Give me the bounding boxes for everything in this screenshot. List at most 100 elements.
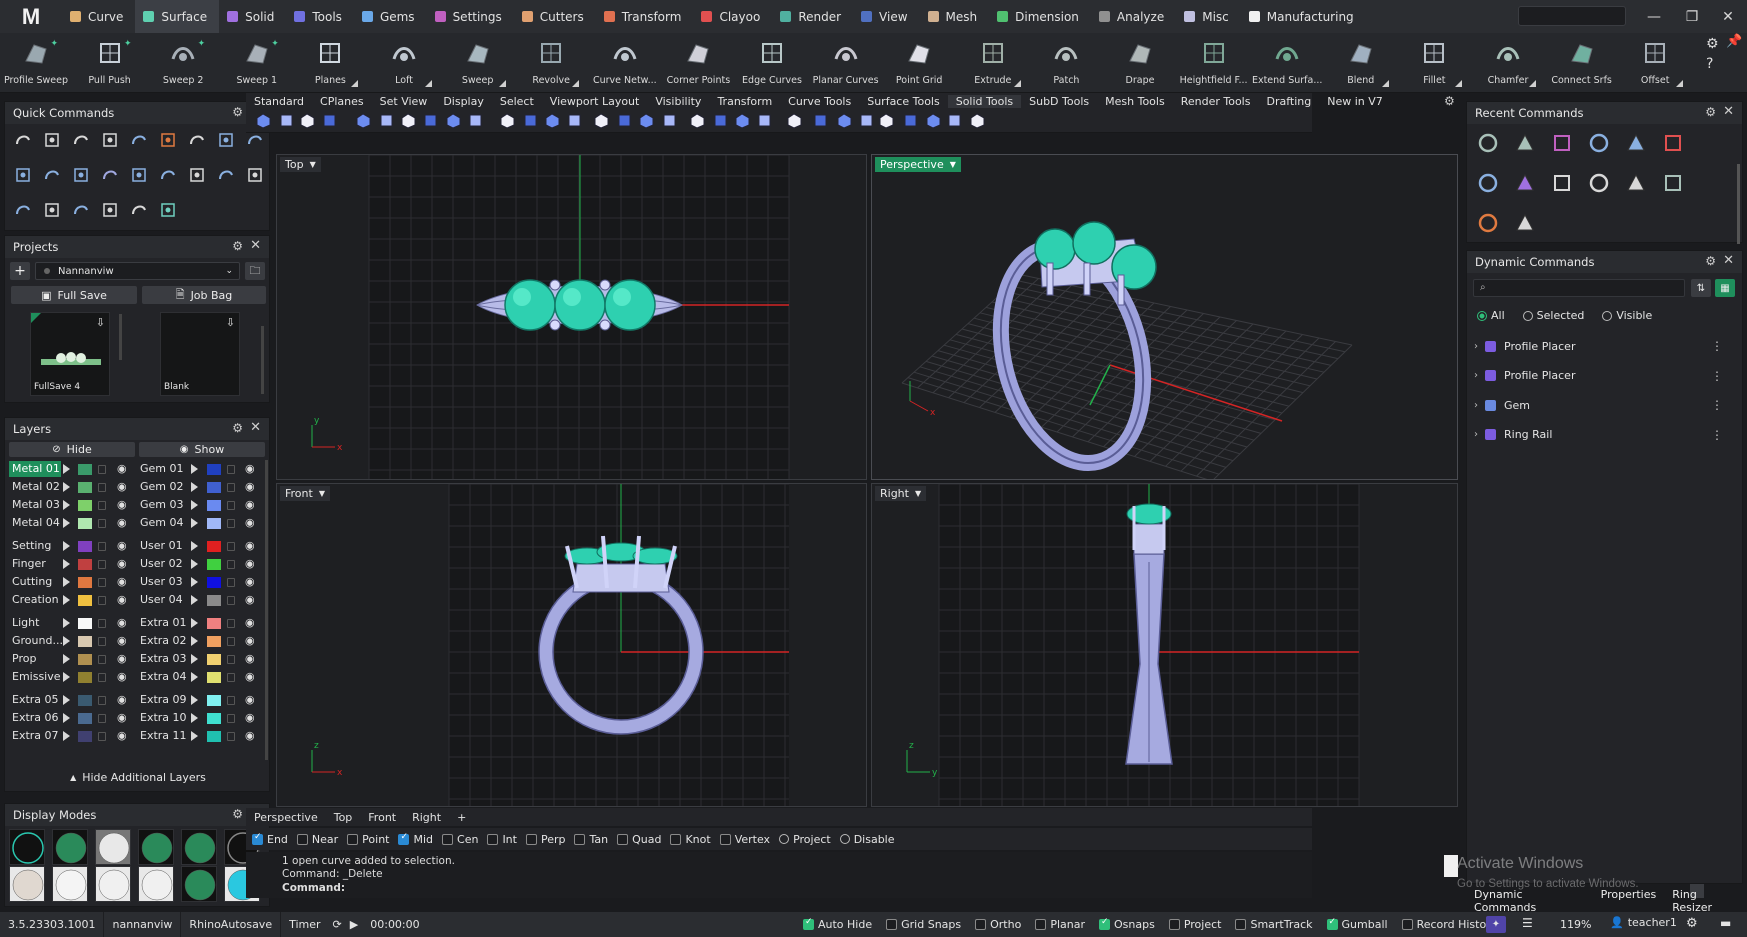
expand-arrow-icon[interactable]	[63, 636, 70, 646]
plugin-icon[interactable]: ✦	[1486, 916, 1506, 933]
flag-tool-icon[interactable]	[969, 112, 986, 129]
mirror-icon[interactable]	[1551, 172, 1573, 194]
osnap-vertex[interactable]: Vertex	[719, 833, 770, 846]
projects-gear-icon[interactable]: ⚙	[232, 239, 243, 253]
filter-all[interactable]: All	[1477, 309, 1505, 322]
edge-curves-tool-button[interactable]: Edge Curves	[736, 35, 808, 91]
toggle-auto-hide[interactable]: Auto Hide	[803, 917, 872, 931]
autosave-readout[interactable]: RhinoAutosave	[181, 912, 282, 937]
lock-icon[interactable]	[227, 655, 235, 664]
add-viewport-tab-button[interactable]: +	[449, 811, 474, 824]
eye-icon[interactable]: ◉	[245, 462, 255, 475]
eye-icon[interactable]: ◉	[117, 480, 127, 493]
lock-icon[interactable]	[227, 696, 235, 705]
scale-icon[interactable]	[245, 130, 265, 150]
tab-curve-tools[interactable]: Curve Tools	[780, 95, 859, 108]
status-gear-icon[interactable]: ⚙	[1686, 916, 1698, 931]
curve-icon[interactable]	[100, 130, 120, 150]
extrude-tool-button[interactable]: Extrude	[957, 35, 1029, 91]
list-icon[interactable]: ☰	[1522, 916, 1533, 930]
eye-icon[interactable]: ◉	[245, 711, 255, 724]
extract-tool-icon[interactable]	[786, 112, 803, 129]
expand-arrow-icon[interactable]	[63, 541, 70, 551]
dynamic-command-item[interactable]: › Ring Rail ⋮	[1467, 423, 1729, 447]
filter-selected[interactable]: Selected	[1522, 309, 1584, 322]
layer-color-swatch[interactable]	[78, 500, 92, 511]
expand-arrow-icon[interactable]	[63, 500, 70, 510]
lock-icon[interactable]	[98, 696, 106, 705]
osnap-end[interactable]: End	[252, 832, 288, 846]
folder-icon[interactable]: 🗀	[245, 262, 265, 280]
copy-icon[interactable]	[129, 165, 149, 185]
layer-color-swatch[interactable]	[207, 654, 221, 665]
layer-color-swatch[interactable]	[207, 541, 221, 552]
bend-icon[interactable]	[100, 200, 120, 220]
dynamic-search-input[interactable]: ⌕	[1473, 279, 1685, 297]
expand-arrow-icon[interactable]	[63, 654, 70, 664]
lock-icon[interactable]	[98, 596, 106, 605]
layer-row-prop[interactable]: Prop	[9, 651, 61, 667]
shaded-mode-icon[interactable]	[52, 829, 88, 865]
thumbnail-scrollbar[interactable]	[119, 314, 122, 360]
sweep-tool-button[interactable]: Sweep	[442, 35, 514, 91]
help-icon[interactable]: ?	[1706, 56, 1713, 72]
viewport-right-label[interactable]: Right ▼	[875, 486, 927, 501]
viewport-front-label[interactable]: Front ▼	[280, 486, 330, 501]
eye-icon[interactable]: ◉	[245, 593, 255, 606]
eye-icon[interactable]: ◉	[117, 539, 127, 552]
cutter-icon[interactable]	[1625, 172, 1647, 194]
toolbar-pin-icon[interactable]: 📌	[1726, 34, 1742, 49]
cut-icon[interactable]	[13, 200, 33, 220]
layer-row-gem-01[interactable]: Gem 01	[137, 461, 189, 477]
close-window-button[interactable]: ✕	[1708, 0, 1747, 33]
expand-arrow-icon[interactable]	[191, 654, 198, 664]
lock-icon[interactable]	[227, 465, 235, 474]
chevron-right-icon[interactable]: ›	[1467, 370, 1485, 381]
chamfer-tool-button[interactable]: Chamfer	[1472, 35, 1544, 91]
tab-drafting[interactable]: Drafting	[1258, 95, 1319, 108]
offset-tool-icon[interactable]	[689, 112, 706, 129]
menu-view[interactable]: View	[853, 0, 919, 33]
layer-color-swatch[interactable]	[78, 618, 92, 629]
hide-icon[interactable]	[129, 200, 149, 220]
lock-icon[interactable]	[98, 714, 106, 723]
show-layers-button[interactable]: ◉ Show	[139, 442, 265, 457]
menu-misc[interactable]: Misc	[1176, 0, 1241, 33]
recent-commands-scrollbar[interactable]	[1737, 164, 1740, 244]
osnap-cen[interactable]: Cen	[442, 833, 478, 846]
layer-color-swatch[interactable]	[207, 577, 221, 588]
expand-arrow-icon[interactable]	[63, 518, 70, 528]
redo-icon[interactable]	[42, 130, 62, 150]
connect-surfaces-tool-button[interactable]: Connect Srfs	[1546, 35, 1618, 91]
eye-icon[interactable]: ◉	[245, 634, 255, 647]
layer-color-swatch[interactable]	[207, 559, 221, 570]
lock-icon[interactable]	[227, 596, 235, 605]
eye-icon[interactable]: ◉	[245, 575, 255, 588]
lock-icon[interactable]	[227, 637, 235, 646]
layer-color-swatch[interactable]	[78, 672, 92, 683]
user-account[interactable]: 👤 teacher1	[1610, 916, 1677, 929]
sphere-tool-icon[interactable]	[255, 112, 272, 129]
full-save-button[interactable]: ▣ Full Save	[11, 286, 137, 304]
copy-layers-icon[interactable]	[1625, 132, 1647, 154]
expand-arrow-icon[interactable]	[191, 695, 198, 705]
lock-icon[interactable]	[227, 519, 235, 528]
layer-color-swatch[interactable]	[207, 482, 221, 493]
right-tab-dynamic-commands[interactable]: Dynamic Commands	[1466, 888, 1593, 914]
viewport-top-label[interactable]: Top ▼	[280, 157, 321, 172]
layer-color-swatch[interactable]	[207, 713, 221, 724]
expand-arrow-icon[interactable]	[63, 464, 70, 474]
dynamic-command-item[interactable]: › Profile Placer ⋮	[1467, 334, 1729, 358]
menu-cutters[interactable]: Cutters	[514, 0, 596, 33]
layer-row-extra-02[interactable]: Extra 02	[137, 633, 189, 649]
lock-icon[interactable]	[98, 673, 106, 682]
lock-icon[interactable]	[98, 542, 106, 551]
menu-tools[interactable]: Tools	[286, 0, 354, 33]
revolve-tool-button[interactable]: Revolve	[515, 35, 587, 91]
filter-visible[interactable]: Visible	[1602, 309, 1652, 322]
solid-point-tool-icon[interactable]	[734, 112, 751, 129]
layer-row-light[interactable]: Light	[9, 615, 61, 631]
box-tool-icon[interactable]	[355, 112, 372, 129]
thumbnail-save-icon[interactable]: ⇩	[226, 316, 235, 329]
prong-icon[interactable]	[1514, 172, 1536, 194]
